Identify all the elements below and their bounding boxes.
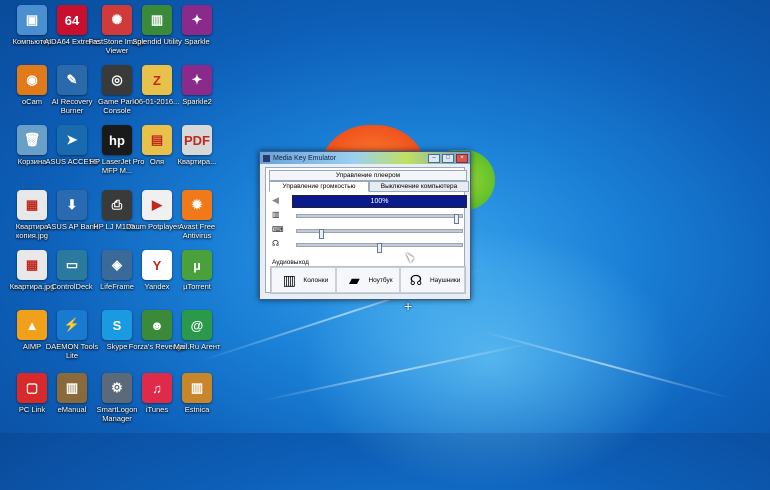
desktop-icon-label: Mail.Ru Агент [173,342,221,351]
desktop-icon[interactable]: PDF Квартира... [165,122,229,166]
estnica-icon: ▥ [182,373,212,403]
desktop-icon-label: Sparkle2 [182,97,212,106]
desktop-icon[interactable]: ✹ Avast Free Antivirus [165,187,229,240]
app-icon [263,154,270,162]
speakers-volume-slider[interactable] [296,214,463,224]
sparkle-icon: ✦ [182,5,212,35]
output-speakers-button[interactable]: ▥ Колонки [271,267,336,293]
audio-output-label: Аудиовыход [272,259,309,266]
close-button[interactable]: × [456,153,468,163]
tab-player-control[interactable]: Управление плеером [269,170,467,181]
master-speaker-icon: ◀ [272,195,279,205]
daemon-tools-icon: ⚡ [57,310,87,340]
sparkle2-icon: ✦ [182,65,212,95]
media-key-emulator-window[interactable]: Media Key Emulator – □ × Управление плее… [259,151,471,300]
emanual-icon: ▥ [57,373,87,403]
headphones-icon: ☊ [409,271,423,288]
speakers-icon: ▥ [282,271,297,288]
window-content: Управление плеером Управление громкостью… [265,167,469,294]
desktop-icon[interactable]: ▥ Estnica [165,370,229,414]
window-titlebar[interactable]: Media Key Emulator – □ × [260,152,470,164]
utorrent-icon: µ [182,250,212,280]
headphones-volume-slider[interactable] [296,243,463,253]
avast-icon: ✹ [182,190,212,220]
output-label: Наушники [429,276,461,284]
desktop-icon-label: Sparkle [184,37,210,46]
desktop-icon-label: µTorrent [183,282,211,291]
pdf-icon: PDF [182,125,212,155]
speakers-volume-row: ▥ [272,210,464,224]
crosshair-marker: + [404,298,413,314]
ai-recovery-icon: ✎ [57,65,87,95]
desktop-icon[interactable]: @ Mail.Ru Агент [165,307,229,351]
asus-ap-bank-icon: ⬇ [57,190,87,220]
slider-thumb[interactable] [319,229,324,239]
tab-volume-control[interactable]: Управление громкостью [269,181,369,192]
output-laptop-button[interactable]: ▰ Ноутбук [335,267,401,293]
aida64-icon: 64 [57,5,87,35]
speakers-icon: ▥ [272,210,280,219]
maximize-button[interactable]: □ [442,153,454,163]
output-label: Колонки [303,276,329,284]
window-title: Media Key Emulator [273,154,337,162]
laptop-volume-slider[interactable] [296,229,463,239]
laptop-icon: ▰ [349,271,360,288]
mailru-agent-icon: @ [182,310,212,340]
audio-output-group: ▥ Колонки ▰ Ноутбук ☊ Наушники [270,266,466,294]
output-label: Ноутбук [368,276,393,284]
slider-thumb[interactable] [377,243,382,253]
asus-access-icon: ➤ [57,125,87,155]
headphones-icon: ☊ [272,239,280,248]
minimize-button[interactable]: – [428,153,440,163]
controldeck-icon: ▭ [57,250,87,280]
desktop-icon[interactable]: µ µTorrent [165,247,229,291]
laptop-icon: ⌨ [272,225,284,234]
desktop-icon[interactable]: ✦ Sparkle [165,2,229,46]
slider-thumb[interactable] [454,214,459,224]
output-headphones-button[interactable]: ☊ Наушники [400,267,466,293]
desktop-icon-label: Estnica [184,405,210,414]
master-volume-bar[interactable]: 100% [292,195,467,208]
laptop-volume-row: ⌨ [272,225,464,239]
headphones-volume-row: ☊ [272,239,464,253]
desktop-icon-label: Квартира... [177,157,217,166]
desktop-icon-label: Avast Free Antivirus [178,222,216,240]
tab-shutdown[interactable]: Выключение компьютера [369,181,469,192]
desktop-icon[interactable]: ✦ Sparkle2 [165,62,229,106]
